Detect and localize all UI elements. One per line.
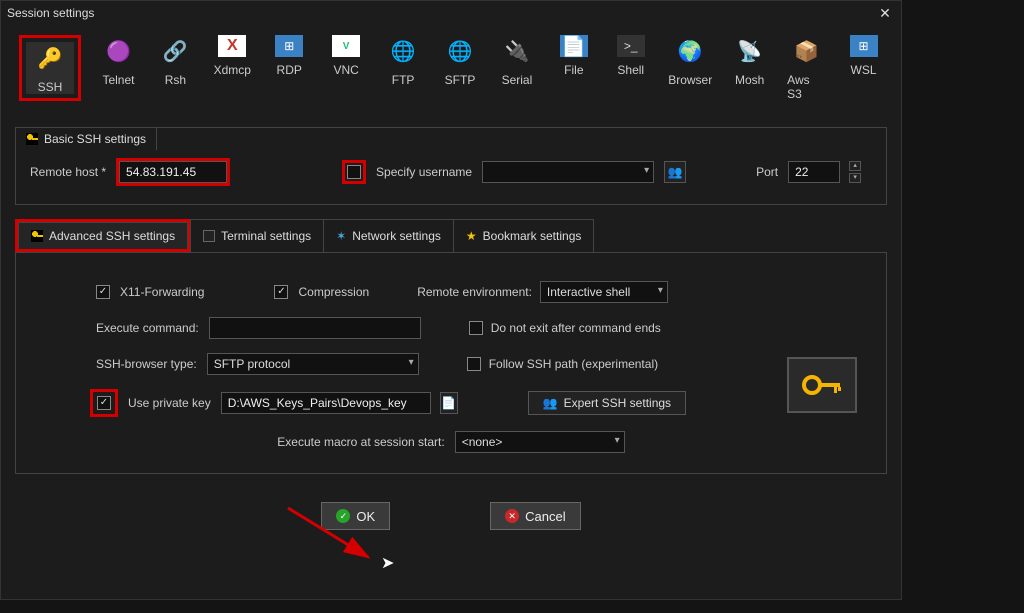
specify-username-label: Specify username bbox=[376, 165, 472, 179]
remote-env-label: Remote environment: bbox=[417, 285, 532, 299]
private-key-path-input[interactable] bbox=[221, 392, 431, 414]
tab-terminal[interactable]: Terminal settings bbox=[190, 219, 324, 252]
key-icon bbox=[26, 133, 38, 145]
protocol-mosh[interactable]: 📡Mosh bbox=[730, 35, 769, 87]
cancel-button[interactable]: ✕ Cancel bbox=[490, 502, 580, 530]
dont-exit-checkbox[interactable] bbox=[469, 321, 483, 335]
macro-dropdown[interactable]: <none> bbox=[455, 431, 625, 453]
mosh-icon: 📡 bbox=[734, 35, 766, 67]
session-settings-window: Session settings ✕ 🔑 SSH 🟣Telnet 🔗Rsh XX… bbox=[0, 0, 902, 600]
vnc-icon: V bbox=[332, 35, 360, 57]
basic-ssh-group: Basic SSH settings Remote host * Specify… bbox=[15, 127, 887, 205]
protocol-xdmcp[interactable]: XXdmcp bbox=[213, 35, 252, 77]
expert-ssh-settings-button[interactable]: 👥 Expert SSH settings bbox=[528, 391, 686, 415]
highlight-use-private-key bbox=[90, 389, 118, 417]
users-icon: 👥 bbox=[543, 396, 558, 410]
basic-ssh-tab: Basic SSH settings bbox=[15, 127, 157, 150]
tab-network[interactable]: ✶Network settings bbox=[323, 219, 454, 252]
protocol-file[interactable]: 📄File bbox=[554, 35, 593, 77]
telnet-icon: 🟣 bbox=[102, 35, 134, 67]
browser-icon: 🌍 bbox=[674, 35, 706, 67]
network-icon: ✶ bbox=[336, 229, 346, 243]
compression-label: Compression bbox=[298, 285, 369, 299]
ftp-icon: 🌐 bbox=[387, 35, 419, 67]
port-label: Port bbox=[756, 165, 778, 179]
window-title: Session settings bbox=[7, 6, 875, 20]
terminal-icon bbox=[203, 230, 215, 242]
cancel-icon: ✕ bbox=[505, 509, 519, 523]
file-icon: 📄 bbox=[560, 35, 588, 57]
protocol-label: SSH bbox=[38, 80, 63, 94]
mouse-cursor-icon: ➤ bbox=[381, 553, 394, 573]
titlebar: Session settings ✕ bbox=[1, 1, 901, 25]
execute-command-label: Execute command: bbox=[96, 321, 199, 335]
key-illustration bbox=[787, 357, 857, 413]
xdmcp-icon: X bbox=[218, 35, 246, 57]
follow-ssh-path-checkbox[interactable] bbox=[467, 357, 481, 371]
manage-users-button[interactable]: 👥 bbox=[664, 161, 686, 183]
use-private-key-checkbox[interactable] bbox=[97, 396, 111, 410]
awss3-icon: 📦 bbox=[791, 35, 823, 67]
protocol-telnet[interactable]: 🟣Telnet bbox=[99, 35, 138, 87]
tab-bookmark[interactable]: ★Bookmark settings bbox=[453, 219, 594, 252]
advanced-tab-panel: X11-Forwarding Compression Remote enviro… bbox=[15, 252, 887, 474]
remote-env-dropdown[interactable]: Interactive shell bbox=[540, 281, 668, 303]
protocol-wsl[interactable]: ⊞WSL bbox=[844, 35, 883, 77]
dont-exit-label: Do not exit after command ends bbox=[491, 321, 661, 335]
compression-checkbox[interactable] bbox=[274, 285, 288, 299]
rdp-icon: ⊞ bbox=[275, 35, 303, 57]
shell-icon: >_ bbox=[617, 35, 645, 57]
big-key-icon bbox=[800, 367, 844, 403]
port-spinner[interactable]: ▴▾ bbox=[849, 161, 861, 183]
wsl-icon: ⊞ bbox=[850, 35, 878, 57]
x11-forwarding-checkbox[interactable] bbox=[96, 285, 110, 299]
remote-host-label: Remote host * bbox=[30, 165, 106, 179]
ssh-browser-dropdown[interactable]: SFTP protocol bbox=[207, 353, 419, 375]
serial-icon: 🔌 bbox=[501, 35, 533, 67]
star-icon: ★ bbox=[466, 229, 477, 243]
protocol-awss3[interactable]: 📦Aws S3 bbox=[787, 35, 826, 101]
ssh-browser-label: SSH-browser type: bbox=[96, 357, 197, 371]
protocol-browser[interactable]: 🌍Browser bbox=[668, 35, 712, 87]
sftp-icon: 🌐 bbox=[444, 35, 476, 67]
highlight-remote-host bbox=[116, 158, 230, 186]
highlight-specify-username-checkbox bbox=[342, 160, 366, 184]
protocol-ftp[interactable]: 🌐FTP bbox=[384, 35, 423, 87]
port-input[interactable] bbox=[788, 161, 840, 183]
follow-ssh-path-label: Follow SSH path (experimental) bbox=[489, 357, 658, 371]
specify-username-checkbox[interactable] bbox=[347, 165, 361, 179]
highlight-ssh: 🔑 SSH bbox=[19, 35, 81, 101]
protocol-rdp[interactable]: ⊞RDP bbox=[270, 35, 309, 77]
highlight-advanced-tab: Advanced SSH settings bbox=[15, 219, 190, 252]
protocol-sftp[interactable]: 🌐SFTP bbox=[441, 35, 480, 87]
username-dropdown[interactable] bbox=[482, 161, 654, 183]
ok-icon: ✓ bbox=[336, 509, 350, 523]
protocol-rsh[interactable]: 🔗Rsh bbox=[156, 35, 195, 87]
key-icon: 🔑 bbox=[34, 42, 66, 74]
execute-command-input[interactable] bbox=[209, 317, 421, 339]
protocol-serial[interactable]: 🔌Serial bbox=[497, 35, 536, 87]
use-private-key-label: Use private key bbox=[128, 396, 211, 410]
protocol-shell[interactable]: >_Shell bbox=[611, 35, 650, 77]
dialog-buttons: ✓ OK ✕ Cancel bbox=[1, 502, 901, 530]
remote-host-input[interactable] bbox=[119, 161, 227, 183]
settings-tabs: Advanced SSH settings Terminal settings … bbox=[15, 219, 887, 252]
ok-button[interactable]: ✓ OK bbox=[321, 502, 390, 530]
protocol-ssh[interactable]: 🔑 SSH bbox=[26, 42, 74, 94]
close-icon[interactable]: ✕ bbox=[875, 5, 895, 22]
rsh-icon: 🔗 bbox=[159, 35, 191, 67]
protocol-toolbar: 🔑 SSH 🟣Telnet 🔗Rsh XXdmcp ⊞RDP VVNC 🌐FTP… bbox=[1, 25, 901, 109]
tab-advanced-ssh[interactable]: Advanced SSH settings bbox=[18, 222, 188, 249]
key-icon bbox=[31, 230, 43, 242]
browse-key-button[interactable]: 📄 bbox=[440, 392, 458, 414]
protocol-vnc[interactable]: VVNC bbox=[327, 35, 366, 77]
macro-label: Execute macro at session start: bbox=[277, 435, 444, 449]
x11-forwarding-label: X11-Forwarding bbox=[120, 285, 204, 299]
